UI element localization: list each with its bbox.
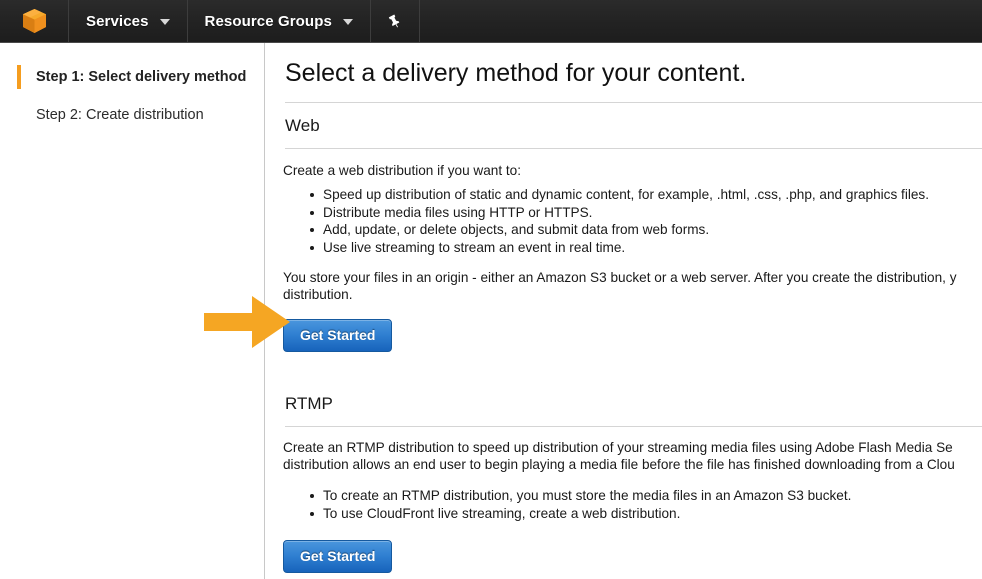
rtmp-section-heading: RTMP bbox=[285, 394, 333, 413]
chevron-down-icon bbox=[342, 19, 353, 25]
rtmp-notes-list: To create an RTMP distribution, you must… bbox=[266, 487, 982, 522]
wizard-steps-sidebar: Step 1: Select delivery method Step 2: C… bbox=[0, 43, 265, 579]
web-benefits-list: Speed up distribution of static and dyna… bbox=[266, 186, 982, 256]
list-item: Add, update, or delete objects, and subm… bbox=[310, 221, 982, 239]
nav-item-resource-groups[interactable]: Resource Groups bbox=[188, 0, 371, 42]
sidebar-item-step-2-label: Step 2: Create distribution bbox=[36, 107, 204, 123]
list-item: Distribute media files using HTTP or HTT… bbox=[310, 204, 982, 222]
list-item: To use CloudFront live streaming, create… bbox=[310, 505, 982, 523]
sidebar-item-step-1[interactable]: Step 1: Select delivery method bbox=[0, 62, 264, 92]
nav-item-services[interactable]: Services bbox=[69, 0, 188, 42]
sidebar-item-step-1-label: Step 1: Select delivery method bbox=[36, 69, 247, 85]
page-title: Select a delivery method for your conten… bbox=[285, 59, 747, 87]
list-item: Speed up distribution of static and dyna… bbox=[310, 186, 982, 204]
chevron-down-icon bbox=[159, 19, 170, 25]
rtmp-get-started-button[interactable]: Get Started bbox=[283, 540, 393, 573]
nav-item-resource-groups-label: Resource Groups bbox=[204, 12, 332, 30]
pushpin-icon bbox=[389, 13, 400, 27]
sidebar-item-step-2[interactable]: Step 2: Create distribution bbox=[0, 100, 264, 130]
pin-button[interactable] bbox=[371, 0, 420, 42]
top-navigation-bar: Services Resource Groups bbox=[0, 0, 982, 43]
list-item: Use live streaming to stream an event in… bbox=[310, 239, 982, 257]
aws-cube-logo-icon bbox=[22, 9, 46, 34]
web-section-heading: Web bbox=[285, 116, 320, 135]
web-get-started-button[interactable]: Get Started bbox=[283, 319, 393, 352]
rtmp-button-row: Get Started bbox=[266, 522, 982, 573]
rtmp-intro-text: Create an RTMP distribution to speed up … bbox=[283, 440, 955, 472]
nav-item-services-label: Services bbox=[86, 12, 149, 30]
web-origin-note: You store your files in an origin - eith… bbox=[283, 270, 957, 302]
web-intro-text: Create a web distribution if you want to… bbox=[283, 163, 522, 178]
main-content: Select a delivery method for your conten… bbox=[266, 43, 982, 579]
web-button-row: Get Started bbox=[266, 303, 982, 352]
list-item: To create an RTMP distribution, you must… bbox=[310, 487, 982, 505]
aws-cube-logo[interactable] bbox=[0, 0, 69, 42]
